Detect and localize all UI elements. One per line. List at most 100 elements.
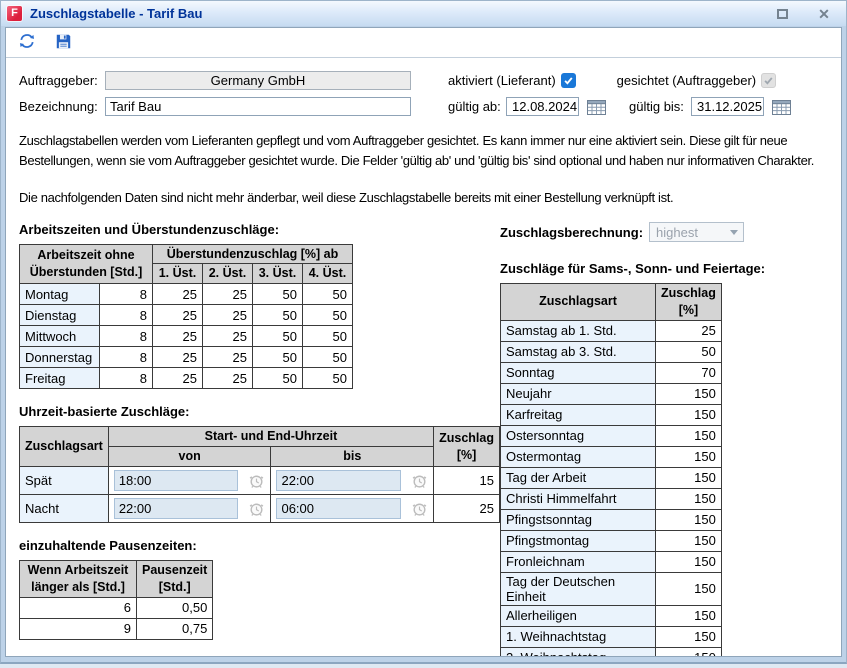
holiday-art: Sonntag	[501, 362, 656, 383]
pause-header-1: Wenn Arbeitszeit länger als [Std.]	[20, 561, 137, 598]
pause-header-2: Pausenzeit [Std.]	[137, 561, 213, 598]
holiday-row: Samstag ab 3. Std.50	[501, 341, 722, 362]
holiday-value: 150	[656, 446, 722, 467]
holiday-value: 150	[656, 605, 722, 626]
pause-row: 6 0,50	[20, 597, 213, 618]
check-icon	[563, 75, 574, 86]
overtime-value: 25	[203, 326, 253, 347]
holiday-row: Allerheiligen150	[501, 605, 722, 626]
time-art: Spät	[20, 467, 109, 495]
pause-row: 9 0,75	[20, 618, 213, 639]
overtime-value: 25	[203, 368, 253, 389]
time-bis-input: 06:00	[276, 498, 401, 519]
gueltig-ab-input[interactable]: 12.08.2024	[506, 97, 579, 116]
overtime-hours: 8	[100, 305, 153, 326]
info-paragraph-2: Die nachfolgenden Daten sind nicht mehr …	[19, 188, 839, 208]
holiday-row: Pfingstmontag150	[501, 530, 722, 551]
pause-table: Wenn Arbeitszeit länger als [Std.] Pause…	[19, 560, 213, 640]
time-header-zuschlag: Zuschlag [%]	[434, 427, 500, 467]
overtime-subheader: 2. Üst.	[203, 264, 253, 284]
calc-select-value: highest	[656, 225, 698, 240]
overtime-value: 25	[203, 284, 253, 305]
toolbar	[6, 28, 841, 58]
overtime-value: 25	[153, 347, 203, 368]
gueltig-ab-calendar-button[interactable]	[586, 98, 606, 115]
holiday-header-art: Zuschlagsart	[501, 283, 656, 320]
overtime-row: Dienstag825255050	[20, 305, 353, 326]
pause-zeit: 0,50	[137, 597, 213, 618]
save-button[interactable]	[53, 33, 73, 53]
calc-row: Zuschlagsberechnung: highest	[500, 222, 828, 243]
time-header-group: Start- und End-Uhrzeit	[108, 427, 433, 447]
restore-button[interactable]	[772, 4, 792, 24]
overtime-day: Freitag	[20, 368, 100, 389]
holiday-row: Pfingstsonntag150	[501, 509, 722, 530]
time-row: Nacht 22:00 06:00	[20, 495, 500, 523]
overtime-header-group: Überstundenzuschlag [%] ab	[153, 244, 353, 264]
calc-select: highest	[649, 222, 744, 242]
holiday-row: Tag der Deutschen Einheit150	[501, 572, 722, 605]
holiday-row: Karfreitag150	[501, 404, 722, 425]
holiday-value: 150	[656, 530, 722, 551]
time-header-von: von	[108, 447, 271, 467]
right-column: Zuschlagsberechnung: highest Zuschläge f…	[500, 222, 828, 658]
overtime-subheader: 1. Üst.	[153, 264, 203, 284]
overtime-heading: Arbeitszeiten und Überstundenzuschläge:	[19, 222, 500, 237]
dialog-content: Auftraggeber: Germany GmbH aktiviert (Li…	[6, 58, 841, 657]
overtime-table: Arbeitszeit ohne Überstunden [Std.] Über…	[19, 244, 353, 390]
holiday-row: Ostersonntag150	[501, 425, 722, 446]
close-button[interactable]: ✕	[814, 4, 834, 24]
holiday-value: 150	[656, 551, 722, 572]
calc-label: Zuschlagsberechnung:	[500, 225, 643, 240]
calendar-icon	[772, 99, 791, 115]
clock-icon	[410, 500, 428, 518]
chevron-down-icon	[730, 230, 738, 235]
clock-icon	[247, 500, 265, 518]
overtime-value: 50	[253, 347, 303, 368]
holiday-art: Karfreitag	[501, 404, 656, 425]
holiday-art: Pfingstmontag	[501, 530, 656, 551]
holiday-row: Tag der Arbeit150	[501, 467, 722, 488]
gueltig-ab-label: gültig ab:	[448, 99, 506, 114]
overtime-value: 25	[153, 326, 203, 347]
pause-wenn: 9	[20, 618, 137, 639]
holiday-art: Neujahr	[501, 383, 656, 404]
pause-zeit: 0,75	[137, 618, 213, 639]
holiday-art: Christi Himmelfahrt	[501, 488, 656, 509]
aktiviert-label: aktiviert (Lieferant)	[448, 73, 556, 88]
form-row-bezeichnung: Bezeichnung: Tarif Bau gültig ab: 12.08.…	[19, 96, 828, 117]
overtime-value: 50	[253, 368, 303, 389]
bezeichnung-input[interactable]: Tarif Bau	[105, 97, 411, 116]
overtime-subheader: 4. Üst.	[303, 264, 353, 284]
time-von-input: 22:00	[114, 498, 239, 519]
gesichtet-label: gesichtet (Auftraggeber)	[617, 73, 756, 88]
calendar-icon	[587, 99, 606, 115]
check-icon	[763, 75, 774, 86]
left-column: Arbeitszeiten und Überstundenzuschläge: …	[19, 222, 500, 640]
holiday-value: 70	[656, 362, 722, 383]
gueltig-bis-calendar-button[interactable]	[771, 98, 791, 115]
auftraggeber-label: Auftraggeber:	[19, 73, 105, 88]
holiday-art: Allerheiligen	[501, 605, 656, 626]
overtime-row: Mittwoch825255050	[20, 326, 353, 347]
save-icon	[55, 33, 72, 53]
holiday-value: 150	[656, 647, 722, 657]
app-icon: F	[7, 6, 22, 21]
clock-icon	[410, 472, 428, 490]
overtime-day: Donnerstag	[20, 347, 100, 368]
form-row-auftraggeber: Auftraggeber: Germany GmbH aktiviert (Li…	[19, 70, 828, 91]
time-von-input: 18:00	[114, 470, 239, 491]
holiday-value: 150	[656, 572, 722, 605]
aktiviert-checkbox[interactable]	[561, 73, 576, 88]
holiday-table: Zuschlagsart Zuschlag [%] Samstag ab 1. …	[500, 283, 722, 658]
holiday-row: Neujahr150	[501, 383, 722, 404]
refresh-button[interactable]	[17, 33, 37, 53]
overtime-value: 25	[203, 347, 253, 368]
overtime-hours: 8	[100, 368, 153, 389]
holiday-heading: Zuschläge für Sams-, Sonn- und Feiertage…	[500, 261, 828, 276]
overtime-hours: 8	[100, 347, 153, 368]
gueltig-bis-input[interactable]: 31.12.2025	[691, 97, 764, 116]
time-art: Nacht	[20, 495, 109, 523]
holiday-value: 150	[656, 626, 722, 647]
overtime-value: 50	[253, 305, 303, 326]
